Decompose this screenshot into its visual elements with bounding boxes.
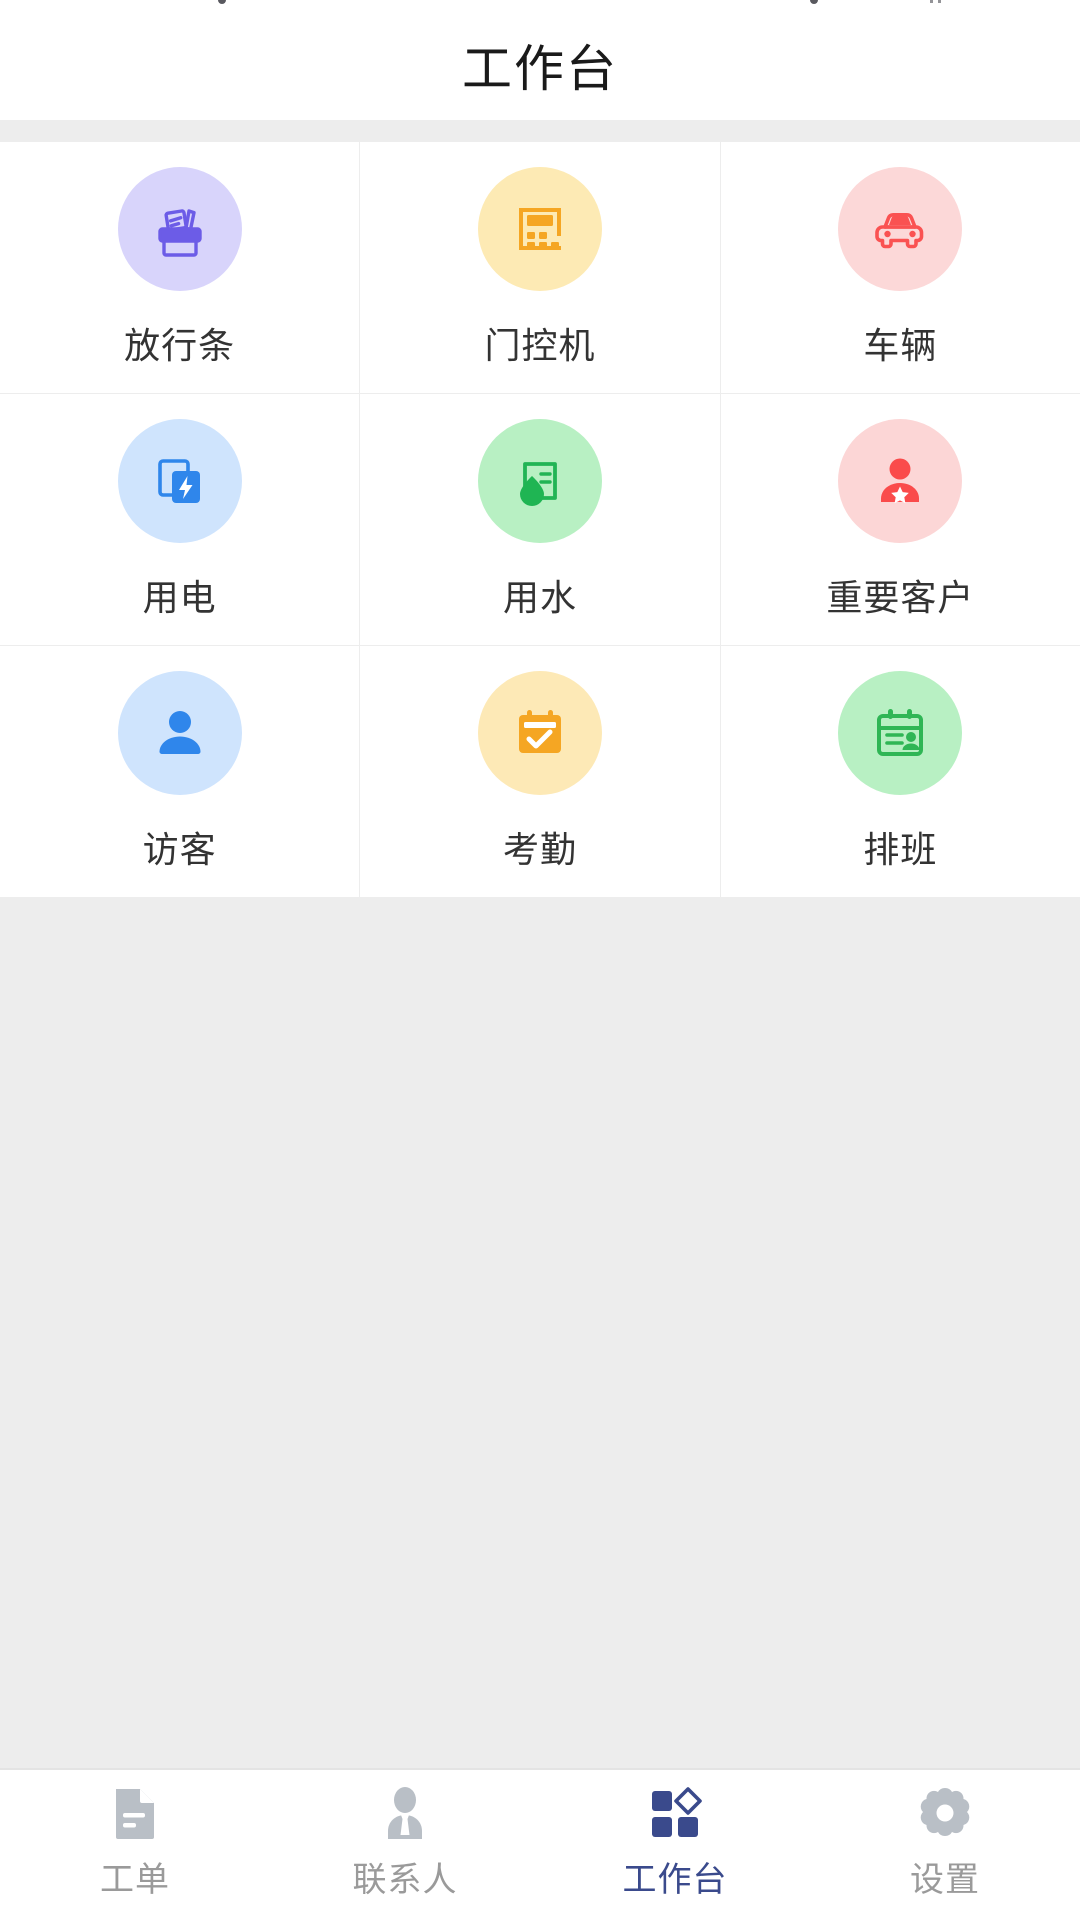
status-bar-indicator-right xyxy=(810,0,818,4)
app-grid-container: 放行条 门控机 车辆 用电 用水 重要客户 访客 考勤 排班 xyxy=(0,142,1080,898)
status-bar-signal-tick xyxy=(930,0,933,3)
app-tile-label: 门控机 xyxy=(484,324,596,366)
app-tile-label: 用电 xyxy=(142,576,217,618)
app-tile-vehicle[interactable]: 车辆 xyxy=(720,142,1080,393)
water-icon xyxy=(477,418,602,543)
visitor-icon xyxy=(117,670,242,795)
vip-customer-icon xyxy=(838,418,963,543)
app-tile-door-controller[interactable]: 门控机 xyxy=(360,142,720,393)
empty-content-area xyxy=(0,898,1080,1768)
tab-label: 联系人 xyxy=(352,1861,458,1899)
tab-label: 工作台 xyxy=(622,1861,728,1899)
bottom-tab-bar: 工单 联系人 工作台 设置 xyxy=(0,1768,1080,1920)
app-tile-label: 排班 xyxy=(863,828,938,870)
tab-settings[interactable]: 设置 xyxy=(810,1782,1080,1920)
page-header: 工作台 xyxy=(0,10,1080,120)
gear-icon xyxy=(918,1782,972,1844)
tab-label: 设置 xyxy=(910,1861,980,1899)
document-icon xyxy=(109,1782,161,1844)
attendance-calendar-icon xyxy=(477,670,602,795)
tab-label: 工单 xyxy=(100,1861,170,1899)
app-tile-water[interactable]: 用水 xyxy=(360,394,720,645)
tab-contacts[interactable]: 联系人 xyxy=(270,1782,540,1920)
contacts-person-icon xyxy=(380,1782,430,1844)
app-tile-vip-customer[interactable]: 重要客户 xyxy=(720,394,1080,645)
status-bar-indicator-left xyxy=(218,0,226,4)
pass-slip-icon xyxy=(117,166,242,291)
tab-work-order[interactable]: 工单 xyxy=(0,1782,270,1920)
page-title: 工作台 xyxy=(462,41,618,97)
header-grid-spacer xyxy=(0,120,1080,142)
status-bar-battery-tick xyxy=(938,0,941,3)
workbench-grid-icon xyxy=(647,1782,703,1844)
app-tile-label: 放行条 xyxy=(124,324,236,366)
app-tile-shift-schedule[interactable]: 排班 xyxy=(720,646,1080,897)
app-grid: 放行条 门控机 车辆 用电 用水 重要客户 访客 考勤 排班 xyxy=(0,142,1080,898)
app-tile-label: 车辆 xyxy=(863,324,938,366)
app-tile-label: 用水 xyxy=(502,576,577,618)
app-root: 工作台 放行条 门控机 车辆 用电 用水 重要客户 访客 考勤 排班 工单 联系… xyxy=(0,0,1080,1920)
app-tile-attendance[interactable]: 考勤 xyxy=(360,646,720,897)
electricity-icon xyxy=(117,418,242,543)
shift-schedule-icon xyxy=(838,670,963,795)
app-tile-label: 考勤 xyxy=(502,828,577,870)
app-tile-label: 重要客户 xyxy=(826,576,975,618)
car-icon xyxy=(838,166,963,291)
app-tile-label: 访客 xyxy=(142,828,217,870)
app-tile-electricity[interactable]: 用电 xyxy=(0,394,360,645)
app-tile-visitor[interactable]: 访客 xyxy=(0,646,360,897)
status-bar xyxy=(0,0,1080,10)
app-tile-pass-slip[interactable]: 放行条 xyxy=(0,142,360,393)
door-access-keypad-icon xyxy=(477,166,602,291)
tab-workbench[interactable]: 工作台 xyxy=(540,1782,810,1920)
